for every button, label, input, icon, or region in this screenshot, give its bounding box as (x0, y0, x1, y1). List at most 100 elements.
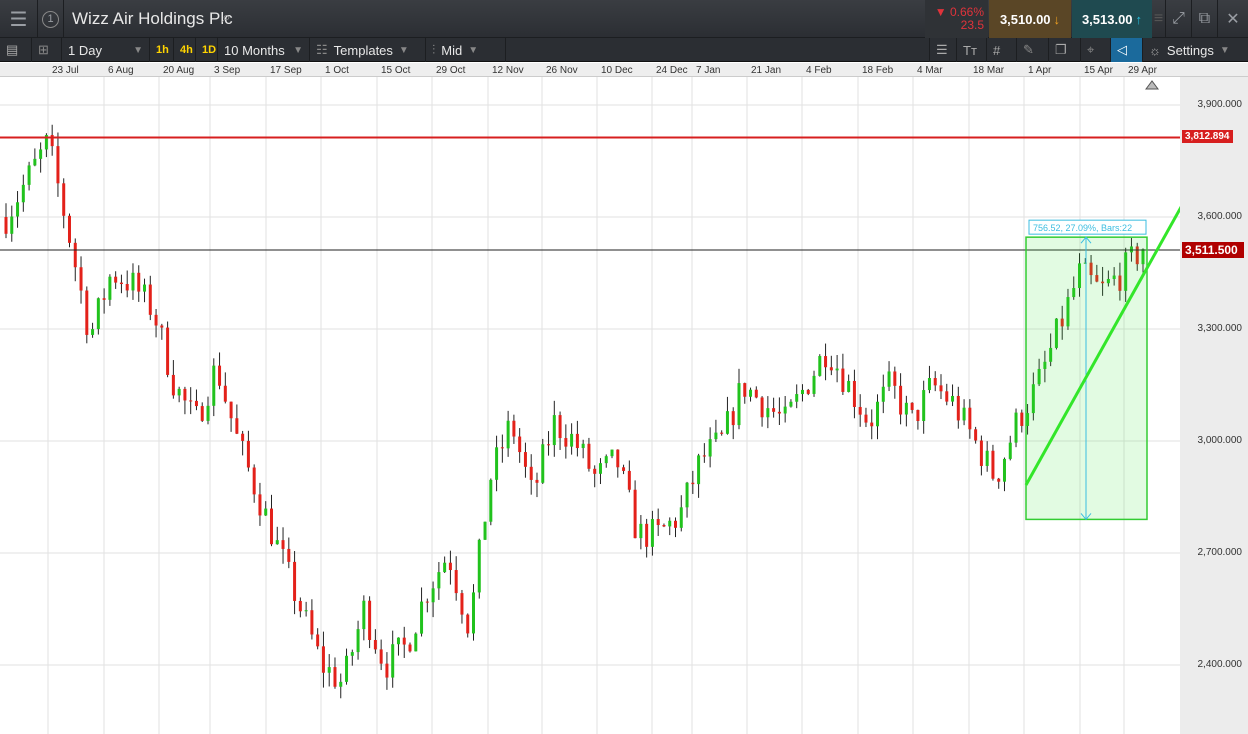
layout-icon[interactable]: ⊞ (32, 38, 62, 62)
candle-body (85, 290, 89, 335)
templates-select[interactable]: ☷ Templates ▼ (310, 38, 426, 62)
candle-body (974, 429, 978, 441)
candle-body (702, 455, 706, 457)
candle-body (368, 600, 372, 640)
candle-body (754, 389, 758, 398)
price-tick: 3,900.000 (1197, 99, 1243, 110)
price-tick: 3,300.000 (1197, 323, 1243, 334)
layers-icon[interactable]: ❐ (1049, 38, 1081, 62)
candle-body (847, 380, 851, 392)
chevron-down-icon: ▼ (133, 44, 143, 56)
text-size-icon[interactable]: Tт (957, 38, 987, 62)
candle-body (858, 406, 862, 415)
candle-body (414, 633, 418, 652)
candle-body (4, 217, 8, 234)
candle-body (593, 468, 597, 474)
candle-body (200, 406, 204, 421)
candle-body (633, 489, 637, 539)
candle-body (639, 523, 643, 539)
quick-1d[interactable]: 1D (196, 38, 218, 62)
candle-body (27, 165, 31, 185)
range-select[interactable]: 10 Months ▼ (218, 38, 310, 62)
candle-body (812, 375, 816, 394)
resistance-tag: 3,812.894 (1182, 129, 1233, 143)
candle-body (310, 610, 314, 635)
date-tick: 29 Apr (1128, 65, 1157, 76)
price-tick: 2,700.000 (1197, 547, 1243, 558)
candle-body (587, 443, 591, 469)
candle-body (535, 479, 539, 483)
candle-body (16, 202, 20, 217)
candle-body (223, 385, 227, 402)
candle-body (229, 401, 233, 419)
candle-body (627, 470, 631, 490)
candle-body (772, 408, 776, 412)
date-tick: 6 Aug (108, 65, 134, 76)
candle-body (67, 215, 71, 243)
candle-body (650, 519, 654, 547)
candle-body (327, 667, 331, 673)
candle-body (564, 438, 568, 447)
candle-body (102, 298, 106, 300)
popout-icon[interactable]: ⧉ (1192, 0, 1218, 38)
date-tick: 4 Mar (917, 65, 943, 76)
candle-body (345, 655, 349, 682)
candle-body (333, 667, 337, 687)
candle-body (927, 378, 931, 391)
candle-body (656, 519, 660, 526)
candle-body (1008, 442, 1012, 459)
chevron-down-icon: ▼ (1219, 44, 1230, 56)
price-type-select[interactable]: ⫶ Mid ▼ (426, 38, 506, 62)
quick-1h[interactable]: 1h (150, 38, 174, 62)
candle-body (10, 216, 14, 234)
draw-tools-icon[interactable]: ✎ (1017, 38, 1049, 62)
candle-body (235, 418, 239, 434)
settings-button[interactable]: ☼ Settings ▼ (1143, 38, 1248, 62)
candle-body (829, 367, 833, 371)
date-tick: 4 Feb (806, 65, 832, 76)
chevron-down-icon: ▼ (398, 44, 409, 56)
crosshair-icon[interactable]: ⌖ (1081, 38, 1111, 62)
candle-body (448, 562, 452, 571)
candle-body (558, 415, 562, 439)
candle-body (645, 523, 649, 547)
search-icon[interactable]: ⌕ (222, 9, 231, 27)
sell-button[interactable]: 3,510.00 ↓ (989, 0, 1071, 38)
interval-select[interactable]: 1 Day ▼ (62, 38, 150, 62)
expand-icon[interactable]: ⤢ (1166, 0, 1192, 38)
down-triangle-icon: ▼ (934, 5, 950, 19)
chevron-down-icon: ▼ (468, 44, 479, 56)
candle-body (679, 507, 683, 528)
list-icon[interactable]: ▤ (0, 38, 32, 62)
link-group-badge[interactable]: 1 (38, 0, 64, 38)
candle-body (904, 402, 908, 415)
candle-body (777, 411, 781, 414)
candle-body (997, 478, 1001, 482)
date-tick: 18 Mar (973, 65, 1005, 76)
candle-body (160, 325, 164, 328)
date-tick: 15 Apr (1084, 65, 1113, 76)
candle-body (96, 298, 100, 330)
grid-icon[interactable]: # (987, 38, 1017, 62)
candle-body (252, 467, 256, 495)
candle-body (622, 467, 626, 471)
tag-icon[interactable]: ◁ (1111, 38, 1143, 62)
title-bar: ☰ 1 Wizz Air Holdings Plc ⌕ ▼ 0.66% 23.5 … (0, 0, 1248, 38)
menu-icon[interactable]: ☰ (0, 0, 38, 38)
candle-body (143, 284, 147, 292)
candle-body (685, 482, 689, 508)
drag-handle[interactable]: ≡ (1152, 0, 1166, 38)
candle-body (910, 402, 914, 410)
candle-body (125, 284, 129, 291)
quick-4h[interactable]: 4h (174, 38, 196, 62)
buy-button[interactable]: 3,513.00 ↑ (1072, 0, 1152, 38)
scale-icon[interactable]: ☰ (929, 38, 957, 62)
close-icon[interactable]: ✕ (1218, 0, 1248, 38)
candle-body (356, 629, 360, 653)
candle-body (166, 327, 170, 375)
price-chart[interactable]: 756.52, 27.09%, Bars:22 (0, 77, 1180, 734)
date-tick: 18 Feb (862, 65, 894, 76)
candle-body (598, 463, 602, 474)
price-axis[interactable]: 3,900.000 3,600.000 3,300.000 3,000.000 2,70… (1180, 77, 1248, 734)
candle-body (420, 601, 424, 634)
